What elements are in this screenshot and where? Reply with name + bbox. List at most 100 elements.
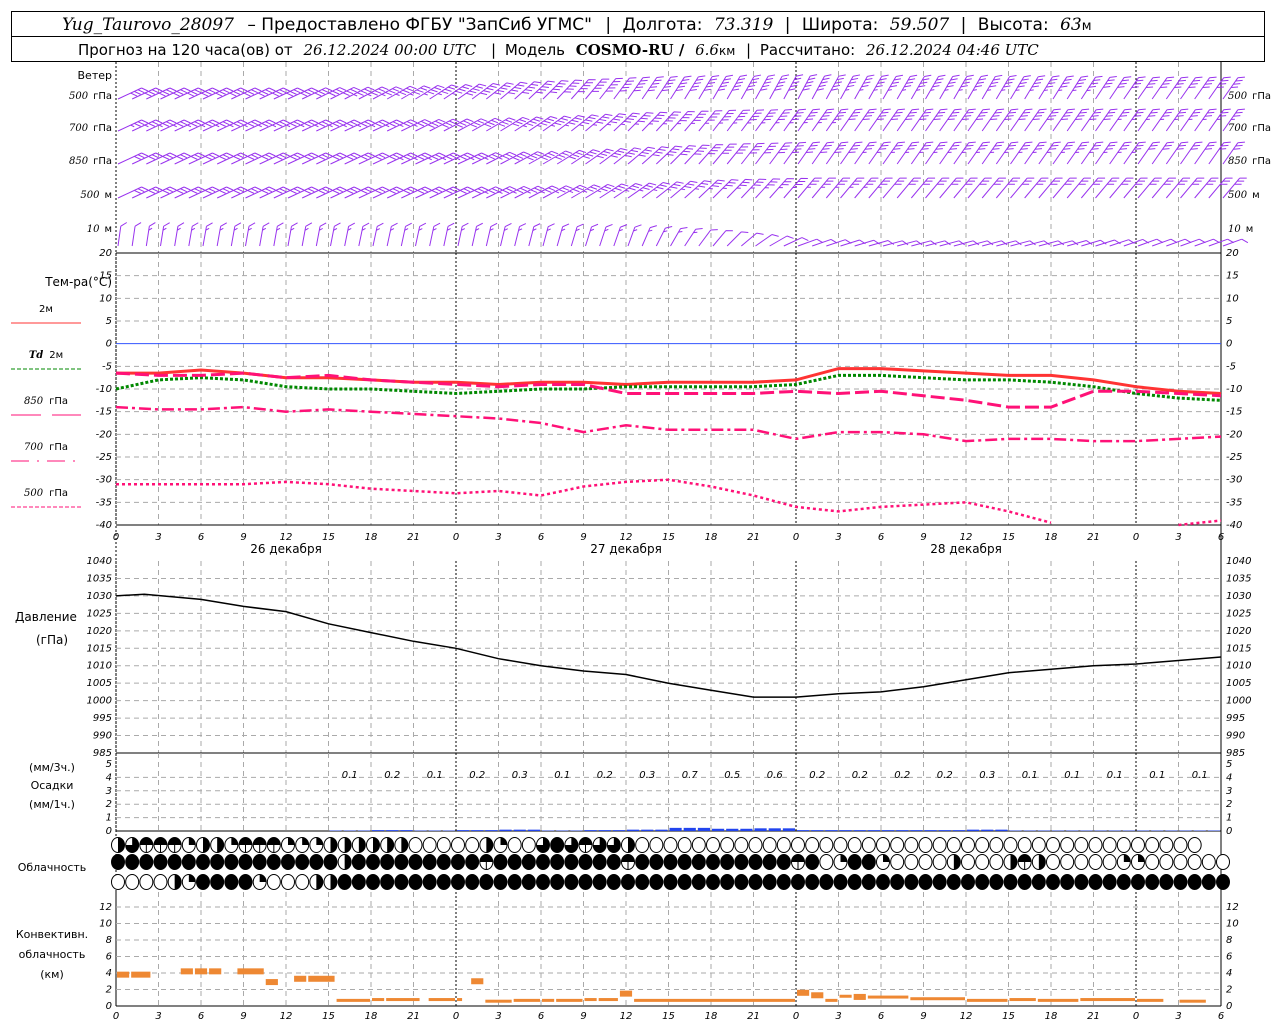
wind-barb: [855, 240, 880, 246]
cloud-circle: [962, 855, 975, 870]
cloud-symbol: [777, 875, 790, 890]
cloud-circle: [650, 838, 663, 853]
wind-level-label: 500 гПа: [69, 91, 112, 102]
cloud-circle: [678, 855, 691, 870]
cloud-circle: [1217, 875, 1230, 890]
cloud-circle: [607, 855, 620, 870]
convective-cloud-bar: [471, 978, 483, 984]
legend-label: Td2м: [29, 350, 63, 361]
y-tick-label: 990: [93, 731, 112, 742]
wind-level-unit: гПа: [1252, 123, 1271, 134]
x-tick-label: 6: [198, 532, 204, 543]
cloud-half: [486, 838, 493, 853]
cloud-symbol: [1132, 875, 1145, 890]
x-tick-label: 9: [920, 1011, 926, 1022]
cloud-partial: [253, 838, 266, 845]
cloud-symbol: [905, 875, 918, 890]
cloud-circle: [891, 838, 904, 853]
cloud-circle: [437, 838, 450, 853]
cloud-symbol: [707, 838, 720, 853]
cloud-symbol: [834, 875, 847, 890]
x-tick-label: 9: [240, 532, 246, 543]
wind-barb: [685, 228, 703, 246]
cloud-half: [175, 875, 182, 890]
x-tick-label: 18: [705, 532, 718, 543]
cloud-circle: [976, 838, 989, 853]
cloud-symbol: [1174, 855, 1187, 870]
cloud-symbol: [154, 855, 167, 870]
convective-cloud-bar: [825, 999, 837, 1002]
y-tick-label-right: 6: [1226, 952, 1232, 963]
cloud-partial: [579, 838, 592, 845]
precip-bar: [400, 830, 412, 831]
cloud-symbol: [650, 838, 663, 853]
cloud-symbol: [338, 875, 351, 890]
x-tick-label: 0: [1133, 1011, 1139, 1022]
cloud-symbol: [622, 875, 635, 890]
cloud-partial: [239, 838, 252, 845]
wind-barb: [430, 223, 440, 246]
cloud-circle: [367, 875, 380, 890]
pressure-unit: (гПа): [36, 633, 68, 647]
cloud-symbol: [452, 855, 465, 870]
cloud-symbol: [664, 875, 677, 890]
wind-barb: [656, 227, 672, 246]
convective-cloud-bar: [599, 998, 618, 1001]
x-tick-label: 0: [113, 1011, 119, 1022]
wind-barb: [571, 224, 583, 246]
cloud-circle: [182, 855, 195, 870]
cloud-circle: [749, 875, 762, 890]
cloud-circle: [990, 875, 1003, 890]
wind-level-value: 500: [69, 91, 89, 102]
convective-cloud-bar: [811, 992, 823, 998]
cloud-symbol: [508, 855, 521, 870]
wind-level-value: 10: [87, 224, 100, 235]
y-tick-label-right: 3: [1226, 786, 1232, 797]
convective-cloud-bar: [910, 997, 965, 1000]
wind-level-value: 500: [1228, 91, 1248, 102]
precip-bar: [698, 828, 710, 831]
cloud-partial: [168, 838, 181, 845]
y-tick-label-right: 1015: [1226, 643, 1251, 654]
wind-barb: [175, 223, 184, 246]
precip-bar: [783, 828, 795, 831]
cloud-circle: [423, 855, 436, 870]
y-tick-label-right: -35: [1226, 497, 1242, 508]
wind-barb: [274, 223, 284, 246]
y-tick-label: -20: [96, 429, 112, 440]
cloud-circle: [877, 875, 890, 890]
cloud-symbol: [197, 855, 210, 870]
cloud-symbol: [1174, 838, 1187, 853]
convective-cloud-bar: [209, 968, 221, 974]
convective-cloud-bar: [372, 998, 384, 1001]
cloud-symbol: [1117, 838, 1130, 853]
lat-label: Широта:: [802, 15, 878, 35]
cloud-symbol: [792, 875, 805, 890]
cloud-symbol: [919, 855, 932, 870]
cloud-circle: [211, 875, 224, 890]
cloud-symbol: [593, 838, 606, 853]
cloud-symbol: [862, 875, 875, 890]
cloud-symbol: [1075, 855, 1088, 870]
cloud-circle: [777, 855, 790, 870]
convective-cloud-bar: [131, 972, 150, 978]
wind-barb: [557, 80, 582, 99]
x-tick-label: 15: [322, 1011, 335, 1022]
cloud-circle: [947, 838, 960, 853]
y-tick-label-right: 2: [1226, 799, 1232, 810]
wind-barb: [671, 112, 695, 131]
convective-cloud-bar: [1038, 999, 1079, 1002]
wind-barb: [231, 223, 241, 246]
wind-level-unit: гПа: [93, 91, 112, 102]
wind-barb: [1195, 239, 1220, 246]
cloud-symbol: [267, 855, 280, 870]
cloud-circle: [352, 855, 365, 870]
y-tick-label: 5: [106, 316, 112, 327]
cloud-symbol: [1047, 838, 1060, 853]
model-label: Модель: [505, 41, 565, 59]
cloud-half: [331, 875, 338, 890]
cloud-symbol: [749, 855, 762, 870]
x-tick-label: 12: [620, 1011, 633, 1022]
precip-bar: [684, 828, 696, 831]
cloud-symbol: [707, 875, 720, 890]
